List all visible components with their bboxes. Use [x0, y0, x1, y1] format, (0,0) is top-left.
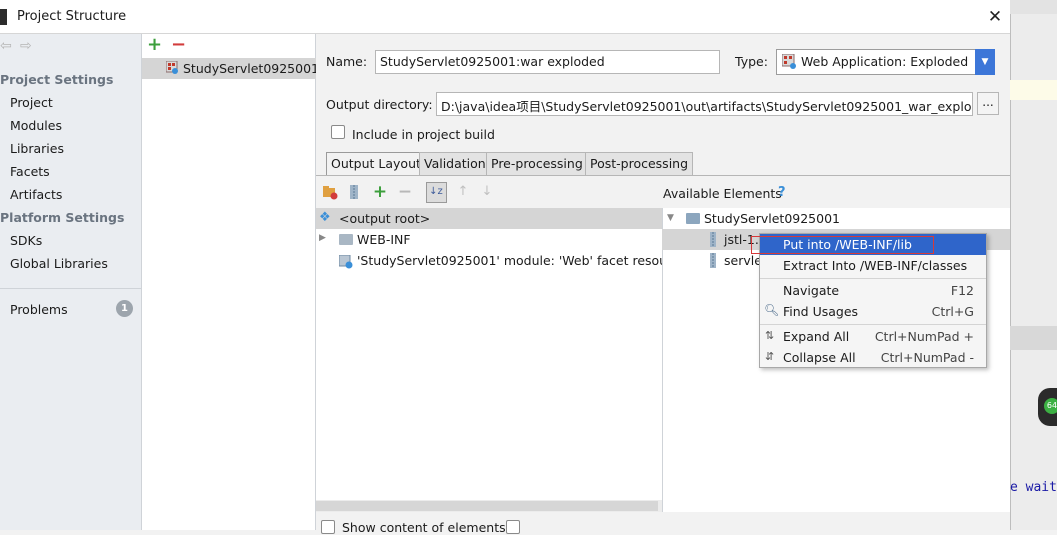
- chevron-down-icon[interactable]: ▼: [975, 49, 995, 75]
- menu-separator: [760, 278, 986, 279]
- web-inf-folder-label[interactable]: WEB-INF: [357, 232, 411, 247]
- title-bar: [0, 0, 1010, 34]
- name-label: Name:: [326, 54, 368, 69]
- menu-item-extract-into-classes[interactable]: Extract Into /WEB-INF/classes: [760, 255, 986, 276]
- menu-item-label: Navigate: [783, 283, 840, 298]
- tab-post-processing[interactable]: Post-processing: [585, 152, 694, 175]
- menu-item-find-usages[interactable]: 🔍︎ Find Usages Ctrl+G: [760, 301, 986, 322]
- sidebar-item-modules[interactable]: Modules: [10, 118, 62, 133]
- menu-item-label: Expand All: [783, 329, 850, 344]
- sidebar-item-artifacts[interactable]: Artifacts: [10, 187, 62, 202]
- facet-resources-label[interactable]: 'StudyServlet0925001' module: 'Web' face…: [357, 253, 662, 268]
- output-directory-label: Output directory:: [326, 97, 433, 112]
- remove-artifact-button[interactable]: −: [171, 34, 186, 55]
- name-field[interactable]: StudyServlet0925001:war exploded: [375, 50, 720, 74]
- web-artifact-icon: [166, 61, 178, 74]
- library-jar-icon: [710, 232, 716, 247]
- output-root-label: <output root>: [339, 211, 431, 226]
- artifacts-list: [142, 34, 316, 530]
- expand-arrow-icon[interactable]: ▶: [319, 233, 326, 243]
- secondary-checkbox[interactable]: [506, 520, 520, 534]
- type-label: Type:: [735, 54, 768, 69]
- remove-element-icon[interactable]: −: [397, 184, 413, 201]
- sidebar-item-sdks[interactable]: SDKs: [10, 233, 42, 248]
- tab-output-layout[interactable]: Output Layout: [326, 152, 426, 175]
- browse-button[interactable]: ...: [977, 92, 999, 115]
- platform-settings-header: Platform Settings: [0, 210, 125, 225]
- sidebar-divider: [0, 288, 142, 289]
- background-badge-icon: 64: [1044, 398, 1057, 414]
- tab-divider: [316, 175, 1010, 176]
- menu-item-shortcut: F12: [950, 283, 974, 298]
- menu-item-label: Collapse All: [783, 350, 856, 365]
- back-arrow-icon[interactable]: ⇦: [0, 38, 12, 54]
- collapse-arrow-icon[interactable]: ▼: [667, 213, 674, 223]
- find-usages-icon: 🔍︎: [764, 303, 780, 317]
- library-jar-icon: [710, 253, 716, 268]
- tab-pre-processing[interactable]: Pre-processing: [486, 152, 588, 175]
- menu-item-shortcut: Ctrl+NumPad -: [880, 350, 974, 365]
- sidebar-item-global-libraries[interactable]: Global Libraries: [10, 256, 108, 271]
- new-directory-icon[interactable]: [322, 184, 338, 200]
- artifact-name: StudyServlet0925001:war exploded: [183, 61, 316, 76]
- menu-item-expand-all[interactable]: ⇅ Expand All Ctrl+NumPad +: [760, 326, 986, 347]
- tab-validation[interactable]: Validation: [419, 152, 491, 175]
- move-down-icon[interactable]: ↓: [479, 184, 495, 200]
- background-toolbar: [1010, 0, 1057, 14]
- type-value: Web Application: Exploded: [801, 54, 969, 69]
- menu-item-shortcut: Ctrl+G: [931, 304, 974, 319]
- library-label[interactable]: servle: [724, 253, 762, 268]
- sidebar-item-libraries[interactable]: Libraries: [10, 141, 64, 156]
- output-root-icon: ❖: [319, 210, 331, 225]
- show-content-label: Show content of elements: [342, 520, 506, 535]
- module-icon: [686, 213, 700, 224]
- sidebar-item-facets[interactable]: Facets: [10, 164, 50, 179]
- add-element-icon[interactable]: +: [372, 184, 388, 201]
- available-elements-header: Available Elements: [663, 186, 782, 201]
- forward-arrow-icon[interactable]: ⇨: [20, 38, 32, 54]
- window-title: Project Structure: [17, 9, 127, 24]
- expand-all-icon: ⇅: [765, 329, 775, 342]
- folder-icon: [339, 234, 353, 245]
- include-in-build-label: Include in project build: [352, 127, 495, 142]
- menu-item-label: Find Usages: [783, 304, 859, 319]
- web-application-icon: [782, 54, 796, 69]
- sort-alphabetically-icon: ↓z: [429, 186, 443, 197]
- add-artifact-button[interactable]: +: [147, 34, 162, 55]
- output-layout-tree: [316, 208, 662, 500]
- project-settings-header: Project Settings: [0, 72, 114, 87]
- background-highlight-line: [1010, 80, 1057, 100]
- sidebar-item-project[interactable]: Project: [10, 95, 53, 110]
- move-up-icon[interactable]: ↑: [455, 184, 471, 200]
- menu-item-collapse-all[interactable]: ⇵ Collapse All Ctrl+NumPad -: [760, 347, 986, 368]
- app-icon: [0, 9, 7, 25]
- scrollbar-thumb[interactable]: [316, 501, 658, 511]
- output-directory-field[interactable]: D:\java\idea项目\StudyServlet0925001\out\a…: [436, 92, 973, 116]
- problems-count-badge: 1: [116, 300, 133, 317]
- sidebar-item-problems[interactable]: Problems: [10, 302, 68, 317]
- highlight-outline: [751, 236, 934, 254]
- module-root-label[interactable]: StudyServlet0925001: [704, 211, 840, 226]
- show-content-checkbox[interactable]: [321, 520, 335, 534]
- menu-item-shortcut: Ctrl+NumPad +: [874, 329, 974, 344]
- close-button[interactable]: ✕: [986, 8, 1004, 26]
- background-console-text: e wait: [1010, 480, 1057, 495]
- menu-item-navigate[interactable]: Navigate F12: [760, 280, 986, 301]
- background-panel-header: [1010, 326, 1057, 350]
- facet-resources-icon: [339, 255, 353, 269]
- collapse-all-icon: ⇵: [765, 350, 775, 363]
- menu-item-label: Extract Into /WEB-INF/classes: [783, 258, 968, 273]
- archive-icon[interactable]: [346, 184, 362, 200]
- help-icon[interactable]: ?: [778, 185, 786, 200]
- include-in-build-checkbox[interactable]: [331, 125, 345, 139]
- menu-separator: [760, 324, 986, 325]
